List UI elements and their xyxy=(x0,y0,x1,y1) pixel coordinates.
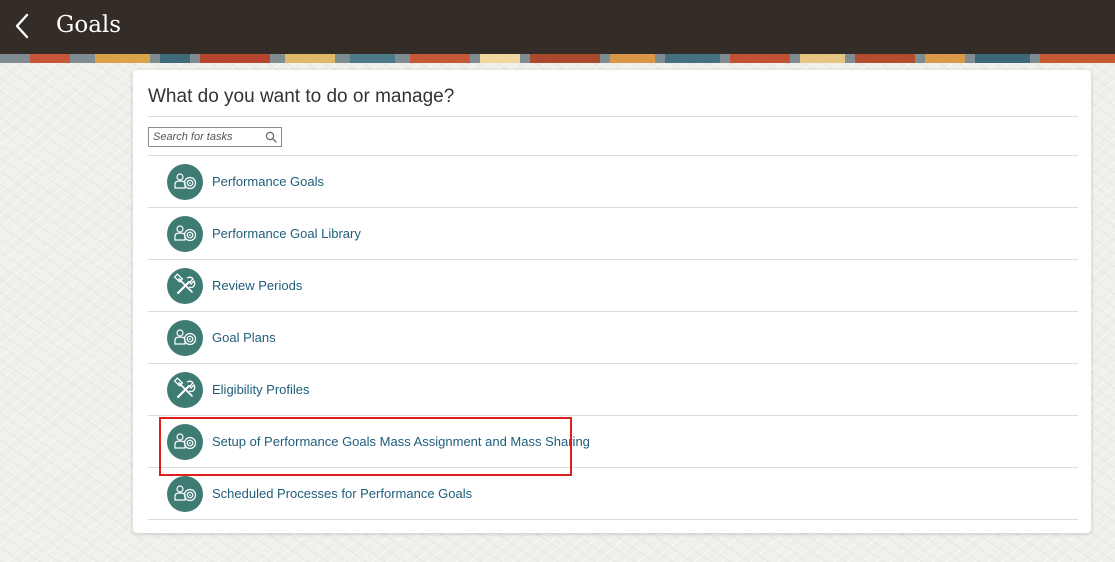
search-icon[interactable] xyxy=(265,131,277,143)
task-label[interactable]: Review Periods xyxy=(212,260,302,312)
page-title: Goals xyxy=(56,12,122,38)
search-input[interactable] xyxy=(149,128,265,146)
task-label[interactable]: Setup of Performance Goals Mass Assignme… xyxy=(212,416,590,468)
task-item-eligibility-profiles[interactable]: Eligibility Profiles xyxy=(148,364,1078,416)
task-item-performance-goal-library[interactable]: Performance Goal Library xyxy=(148,208,1078,260)
task-item-goal-plans[interactable]: Goal Plans xyxy=(148,312,1078,364)
task-label[interactable]: Goal Plans xyxy=(212,312,276,364)
goals-target-icon xyxy=(167,424,203,460)
chevron-left-icon xyxy=(15,13,29,39)
task-item-scheduled-processes[interactable]: Scheduled Processes for Performance Goal… xyxy=(148,468,1078,520)
goals-target-icon xyxy=(167,476,203,512)
tools-wrench-hammer-icon xyxy=(167,372,203,408)
back-button[interactable] xyxy=(10,11,36,41)
panel-heading: What do you want to do or manage? xyxy=(148,86,455,107)
tools-wrench-hammer-icon xyxy=(167,268,203,304)
task-label[interactable]: Performance Goals xyxy=(212,156,324,208)
task-item-review-periods[interactable]: Review Periods xyxy=(148,260,1078,312)
task-panel: What do you want to do or manage? Perfor… xyxy=(133,70,1091,533)
divider xyxy=(148,519,1078,520)
task-item-performance-goals[interactable]: Performance Goals xyxy=(148,156,1078,208)
search-box xyxy=(148,127,282,147)
task-label[interactable]: Performance Goal Library xyxy=(212,208,361,260)
task-label[interactable]: Eligibility Profiles xyxy=(212,364,310,416)
goals-target-icon xyxy=(167,164,203,200)
goals-target-icon xyxy=(167,216,203,252)
task-label[interactable]: Scheduled Processes for Performance Goal… xyxy=(212,468,472,520)
divider xyxy=(148,116,1078,117)
header-bar: Goals xyxy=(0,0,1115,54)
task-item-mass-assignment-setup[interactable]: Setup of Performance Goals Mass Assignme… xyxy=(148,416,1078,468)
decorative-banner xyxy=(0,54,1115,63)
goals-target-icon xyxy=(167,320,203,356)
